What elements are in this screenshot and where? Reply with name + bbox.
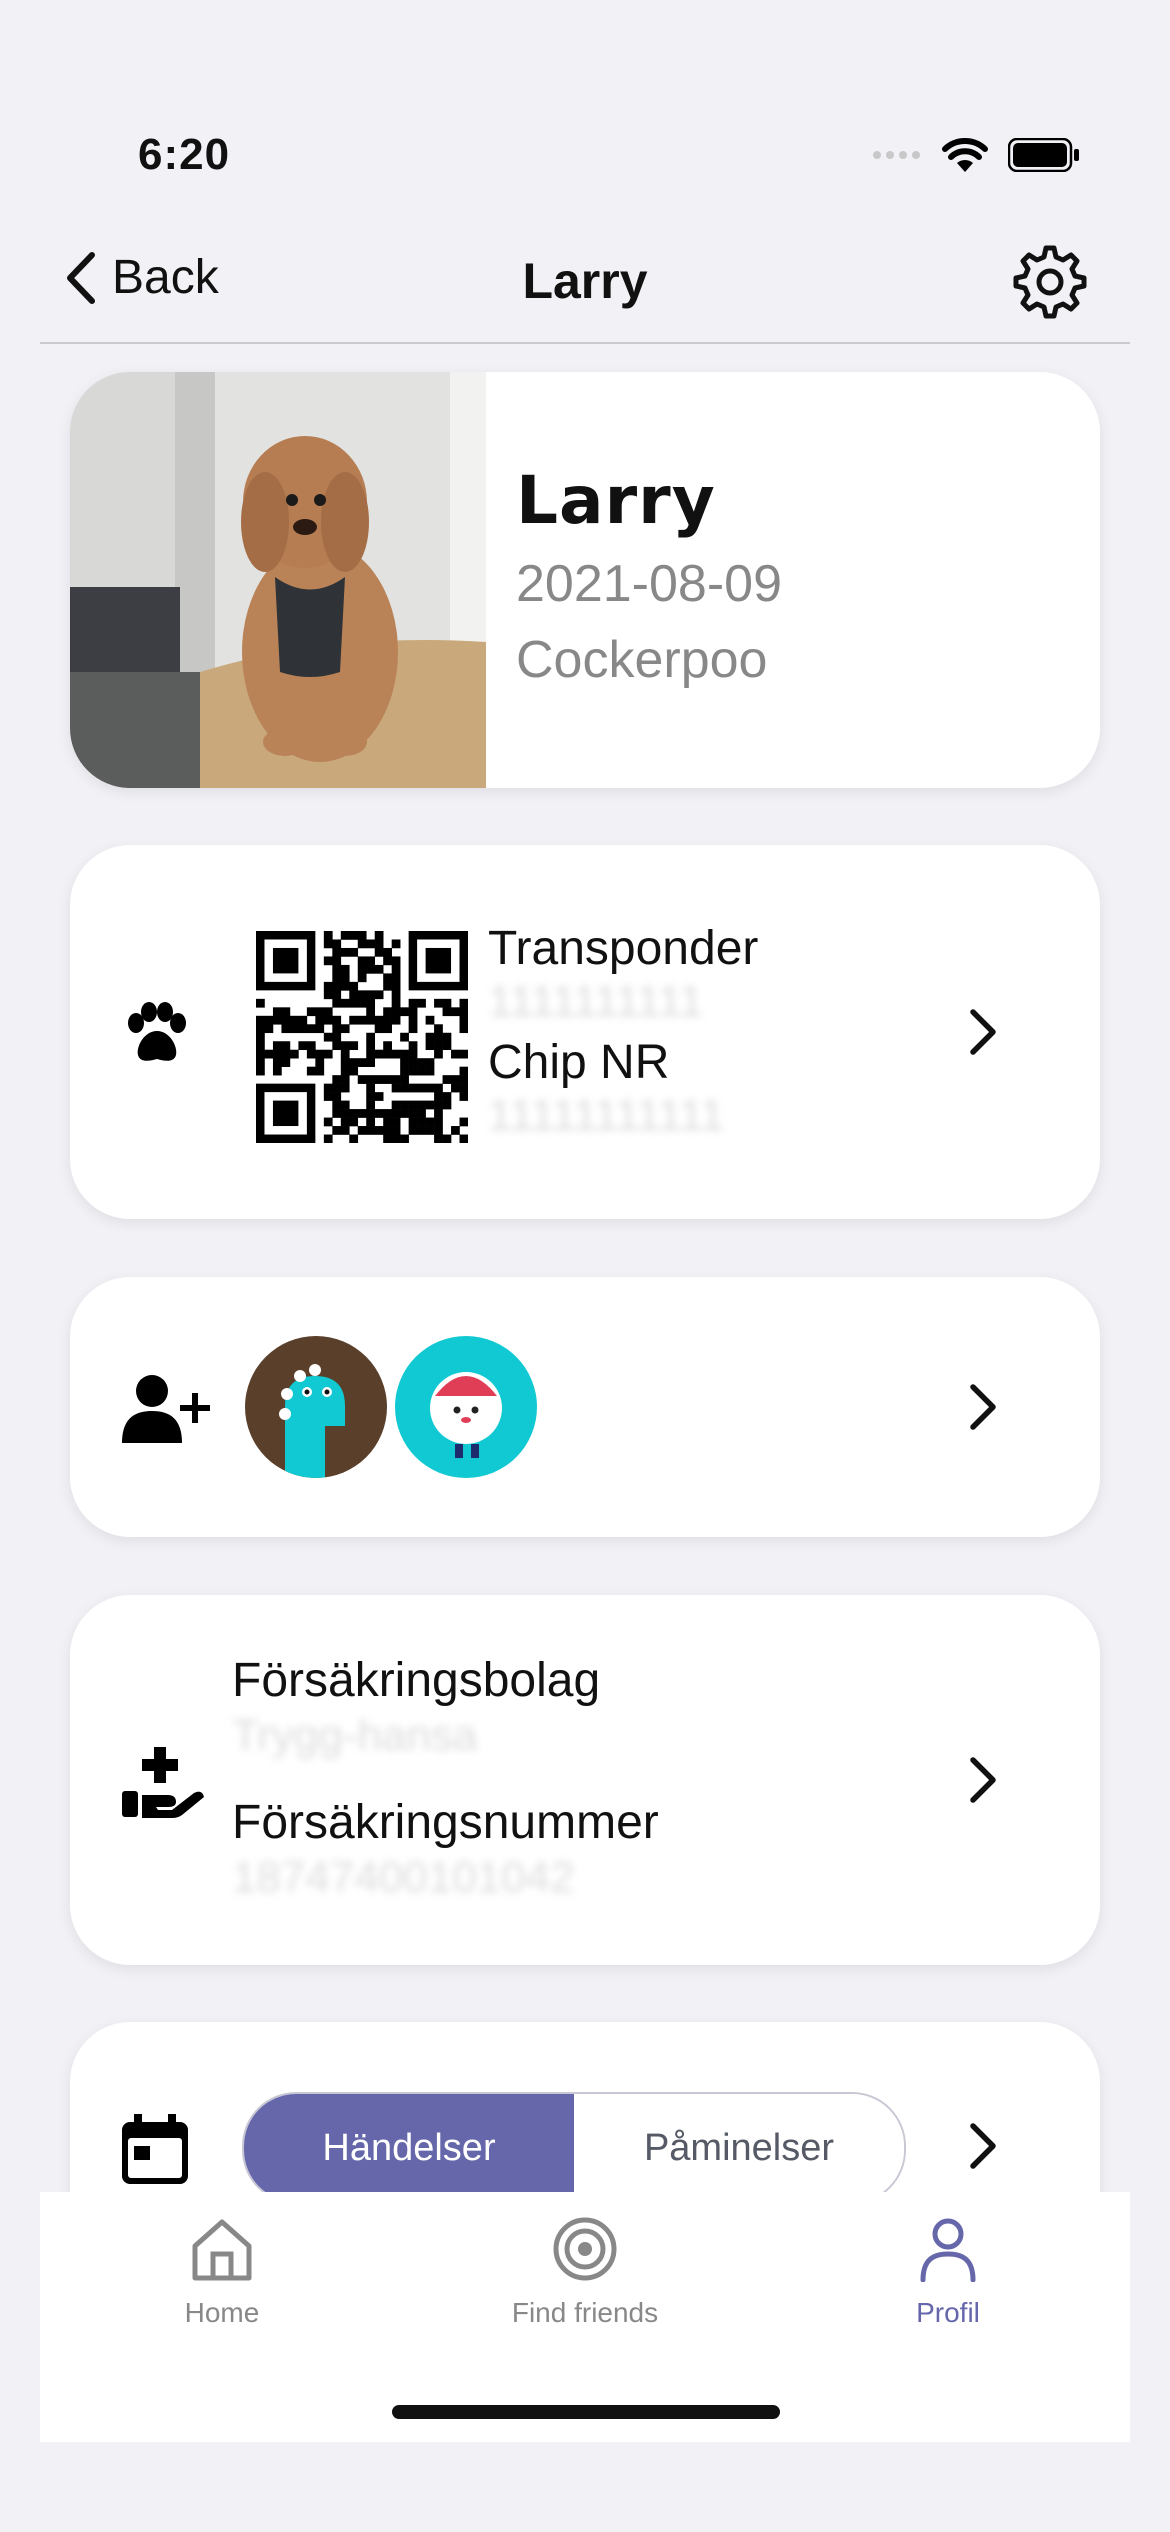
- insurance-company-label: Försäkringsbolag: [232, 1654, 601, 1707]
- pet-profile-card[interactable]: Larry 2021-08-09 Cockerpoo: [70, 372, 1100, 788]
- shared-with-card[interactable]: [70, 1277, 1100, 1537]
- status-icons: [872, 138, 1080, 172]
- transponder-label: Transponder: [488, 922, 759, 975]
- paw-icon: [128, 1002, 186, 1061]
- chip-label: Chip NR: [488, 1036, 670, 1089]
- pet-photo: [70, 372, 486, 788]
- target-icon: [553, 2217, 617, 2281]
- tab-reminders[interactable]: Påminelser: [574, 2094, 904, 2202]
- insurance-company-value: Trygg-hansa: [232, 1711, 478, 1760]
- chevron-right-icon: [970, 1757, 996, 1803]
- status-time: 6:20: [138, 130, 231, 179]
- transponder-value: 1111111111: [488, 977, 704, 1026]
- navigation-bar: Back Larry: [40, 230, 1130, 344]
- character-avatar-icon: [395, 1336, 537, 1478]
- cellular-signal-icon: [873, 151, 920, 159]
- tab-profil-label: Profil: [916, 2297, 980, 2328]
- pet-breed: Cockerpoo: [516, 631, 768, 689]
- tab-home-label: Home: [184, 2297, 260, 2328]
- chevron-right-icon: [970, 1384, 996, 1430]
- home-icon: [192, 2219, 252, 2281]
- calendar-icon: [122, 2114, 188, 2184]
- dino-avatar-icon: [245, 1336, 387, 1478]
- chip-value: 11111111111: [488, 1091, 725, 1140]
- tab-find-friends-label: Find friends: [511, 2297, 659, 2328]
- page-title: Larry: [522, 253, 648, 309]
- insurance-number-label: Försäkringsnummer: [232, 1796, 659, 1849]
- pet-birth-date: 2021-08-09: [516, 555, 782, 613]
- settings-gear-icon[interactable]: [1012, 244, 1088, 320]
- avatar[interactable]: [395, 1336, 537, 1478]
- pet-name: Larry: [516, 462, 716, 539]
- person-icon: [920, 2218, 976, 2283]
- chevron-right-icon: [970, 1009, 996, 1055]
- identification-card[interactable]: Transponder 1111111111 Chip NR 111111111…: [70, 845, 1100, 1219]
- add-person-icon: [122, 1375, 210, 1443]
- chevron-right-icon: [970, 2123, 996, 2169]
- insurance-hand-icon: [122, 1747, 204, 1818]
- calendar-segmented-control: Händelser Påminelser: [242, 2092, 906, 2204]
- home-indicator: [392, 2405, 780, 2419]
- insurance-card[interactable]: Försäkringsbolag Trygg-hansa Försäkrings…: [70, 1595, 1100, 1965]
- battery-icon: [1008, 138, 1079, 172]
- tab-events[interactable]: Händelser: [244, 2094, 574, 2202]
- avatar[interactable]: [245, 1336, 387, 1478]
- insurance-number-value: 18747400101042: [232, 1853, 575, 1902]
- qr-code[interactable]: [256, 931, 468, 1143]
- tab-home[interactable]: Home: [122, 2216, 322, 2329]
- wifi-icon: [942, 138, 988, 172]
- tab-profil[interactable]: Profil: [848, 2216, 1048, 2329]
- tab-find-friends[interactable]: Find friends: [485, 2216, 685, 2329]
